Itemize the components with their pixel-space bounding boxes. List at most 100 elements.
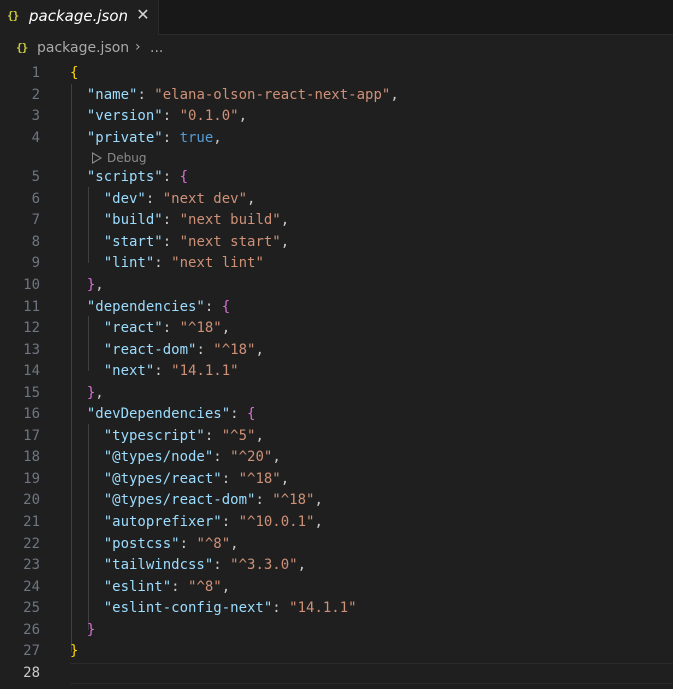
code-line[interactable]: "@types/node": "^20", <box>70 447 281 468</box>
line-number: 15 <box>23 385 40 401</box>
code-line[interactable]: "version": "0.1.0", <box>70 106 247 127</box>
json-punctuation: : <box>145 191 163 207</box>
line-number: 22 <box>23 536 40 552</box>
json-punctuation: , <box>280 471 290 487</box>
tab-package-json[interactable]: {} package.json ✕ <box>0 0 159 35</box>
json-punctuation: : <box>179 536 197 552</box>
json-punctuation: : <box>221 471 239 487</box>
code-line[interactable]: "autoprefixer": "^10.0.1", <box>70 512 323 533</box>
code-line[interactable]: "@types/react": "^18", <box>70 469 289 490</box>
code-line[interactable]: } <box>70 620 95 641</box>
code-line[interactable]: "react": "^18", <box>70 318 230 339</box>
json-punctuation <box>70 406 87 422</box>
debug-run-icon <box>92 152 102 164</box>
json-punctuation <box>70 342 104 358</box>
json-brace: { <box>179 169 189 185</box>
line-number: 11 <box>23 299 40 315</box>
json-key: "react-dom" <box>103 342 197 358</box>
json-brace: { <box>247 406 256 422</box>
code-line[interactable]: "eslint-config-next": "14.1.1" <box>70 598 357 619</box>
code-line[interactable]: } <box>70 641 78 662</box>
json-punctuation <box>70 234 104 250</box>
code-line[interactable]: "build": "next build", <box>70 210 289 231</box>
code-line[interactable]: "devDependencies": { <box>70 404 256 425</box>
json-punctuation: : <box>162 130 180 146</box>
code-line[interactable]: "tailwindcss": "^3.3.0", <box>70 555 306 576</box>
json-brace: { <box>221 299 231 315</box>
json-punctuation: : <box>221 514 239 530</box>
json-string-value: "^3.3.0" <box>230 557 298 573</box>
line-number: 1 <box>31 65 40 81</box>
code-line[interactable]: "dependencies": { <box>70 297 230 318</box>
code-editor[interactable]: Debug 1 {2 "name": "elana-olson-react-nex… <box>0 63 673 689</box>
json-punctuation: : <box>171 579 189 595</box>
json-punctuation: : <box>196 342 214 358</box>
json-punctuation: : <box>162 108 180 124</box>
json-key: "name" <box>86 87 138 103</box>
line-number: 19 <box>23 471 40 487</box>
line-number: 16 <box>23 406 40 422</box>
line-number: 2 <box>31 87 40 103</box>
code-line[interactable]: "private": true, <box>70 128 222 149</box>
json-punctuation <box>70 428 104 444</box>
code-line[interactable]: "dev": "next dev", <box>70 189 256 210</box>
json-punctuation: , <box>213 130 222 146</box>
json-punctuation <box>70 255 104 271</box>
code-line[interactable]: }, <box>70 383 104 404</box>
line-number: 17 <box>23 428 40 444</box>
code-line[interactable]: "next": "14.1.1" <box>70 361 239 382</box>
line-number: 26 <box>23 622 40 638</box>
code-line[interactable]: "name": "elana-olson-react-next-app", <box>70 85 399 106</box>
json-punctuation: , <box>297 557 307 573</box>
json-punctuation: , <box>255 342 264 358</box>
json-key: "@types/react-dom" <box>103 492 256 508</box>
code-line[interactable]: "@types/react-dom": "^18", <box>70 490 323 511</box>
code-line[interactable]: "postcss": "^8", <box>70 534 239 555</box>
json-punctuation <box>70 600 104 616</box>
chevron-right-icon: › <box>135 39 141 55</box>
json-punctuation: , <box>95 277 104 293</box>
line-number: 12 <box>23 320 40 336</box>
code-line[interactable]: "scripts": { <box>70 167 188 188</box>
json-string-value: "^8" <box>196 536 231 552</box>
json-punctuation <box>70 492 104 508</box>
json-key: "tailwindcss" <box>103 557 214 573</box>
code-line[interactable]: "lint": "next lint" <box>70 253 264 274</box>
line-number: 20 <box>23 492 40 508</box>
json-punctuation: : <box>162 169 180 185</box>
json-punctuation <box>70 191 104 207</box>
line-number: 7 <box>31 212 40 228</box>
json-punctuation: : <box>162 212 180 228</box>
breadcrumb-item-symbols[interactable]: ... <box>150 40 163 56</box>
close-icon[interactable]: ✕ <box>134 4 152 26</box>
line-number: 13 <box>23 342 40 358</box>
breadcrumb-item-file[interactable]: package.json <box>37 40 129 56</box>
json-string-value: "^18" <box>238 471 281 487</box>
code-line[interactable]: "react-dom": "^18", <box>70 340 264 361</box>
json-key: "postcss" <box>103 536 180 552</box>
json-punctuation: , <box>314 492 323 508</box>
json-string-value: "next build" <box>179 212 281 228</box>
code-line[interactable]: "eslint": "^8", <box>70 577 230 598</box>
json-string-value: "next dev" <box>162 191 248 207</box>
json-punctuation <box>70 622 87 638</box>
debug-codelens[interactable]: Debug <box>92 150 146 166</box>
json-brace: } <box>70 643 79 659</box>
line-number: 27 <box>23 643 40 659</box>
json-punctuation <box>70 579 104 595</box>
code-line[interactable]: "typescript": "^5", <box>70 426 264 447</box>
json-punctuation: : <box>204 299 222 315</box>
json-punctuation <box>70 277 87 293</box>
breadcrumb: {} package.json › ... <box>0 35 673 63</box>
code-line[interactable]: "start": "next start", <box>70 232 289 253</box>
json-key: "devDependencies" <box>86 406 231 422</box>
json-punctuation: : <box>213 557 231 573</box>
json-string-value: "^8" <box>188 579 222 595</box>
json-punctuation <box>70 385 87 401</box>
code-line[interactable]: }, <box>70 275 104 296</box>
json-string-value: "^5" <box>221 428 256 444</box>
current-line-highlight <box>70 663 673 684</box>
json-punctuation <box>70 130 87 146</box>
editor-tab-bar: {} package.json ✕ <box>0 0 673 35</box>
code-line[interactable]: { <box>70 63 78 84</box>
